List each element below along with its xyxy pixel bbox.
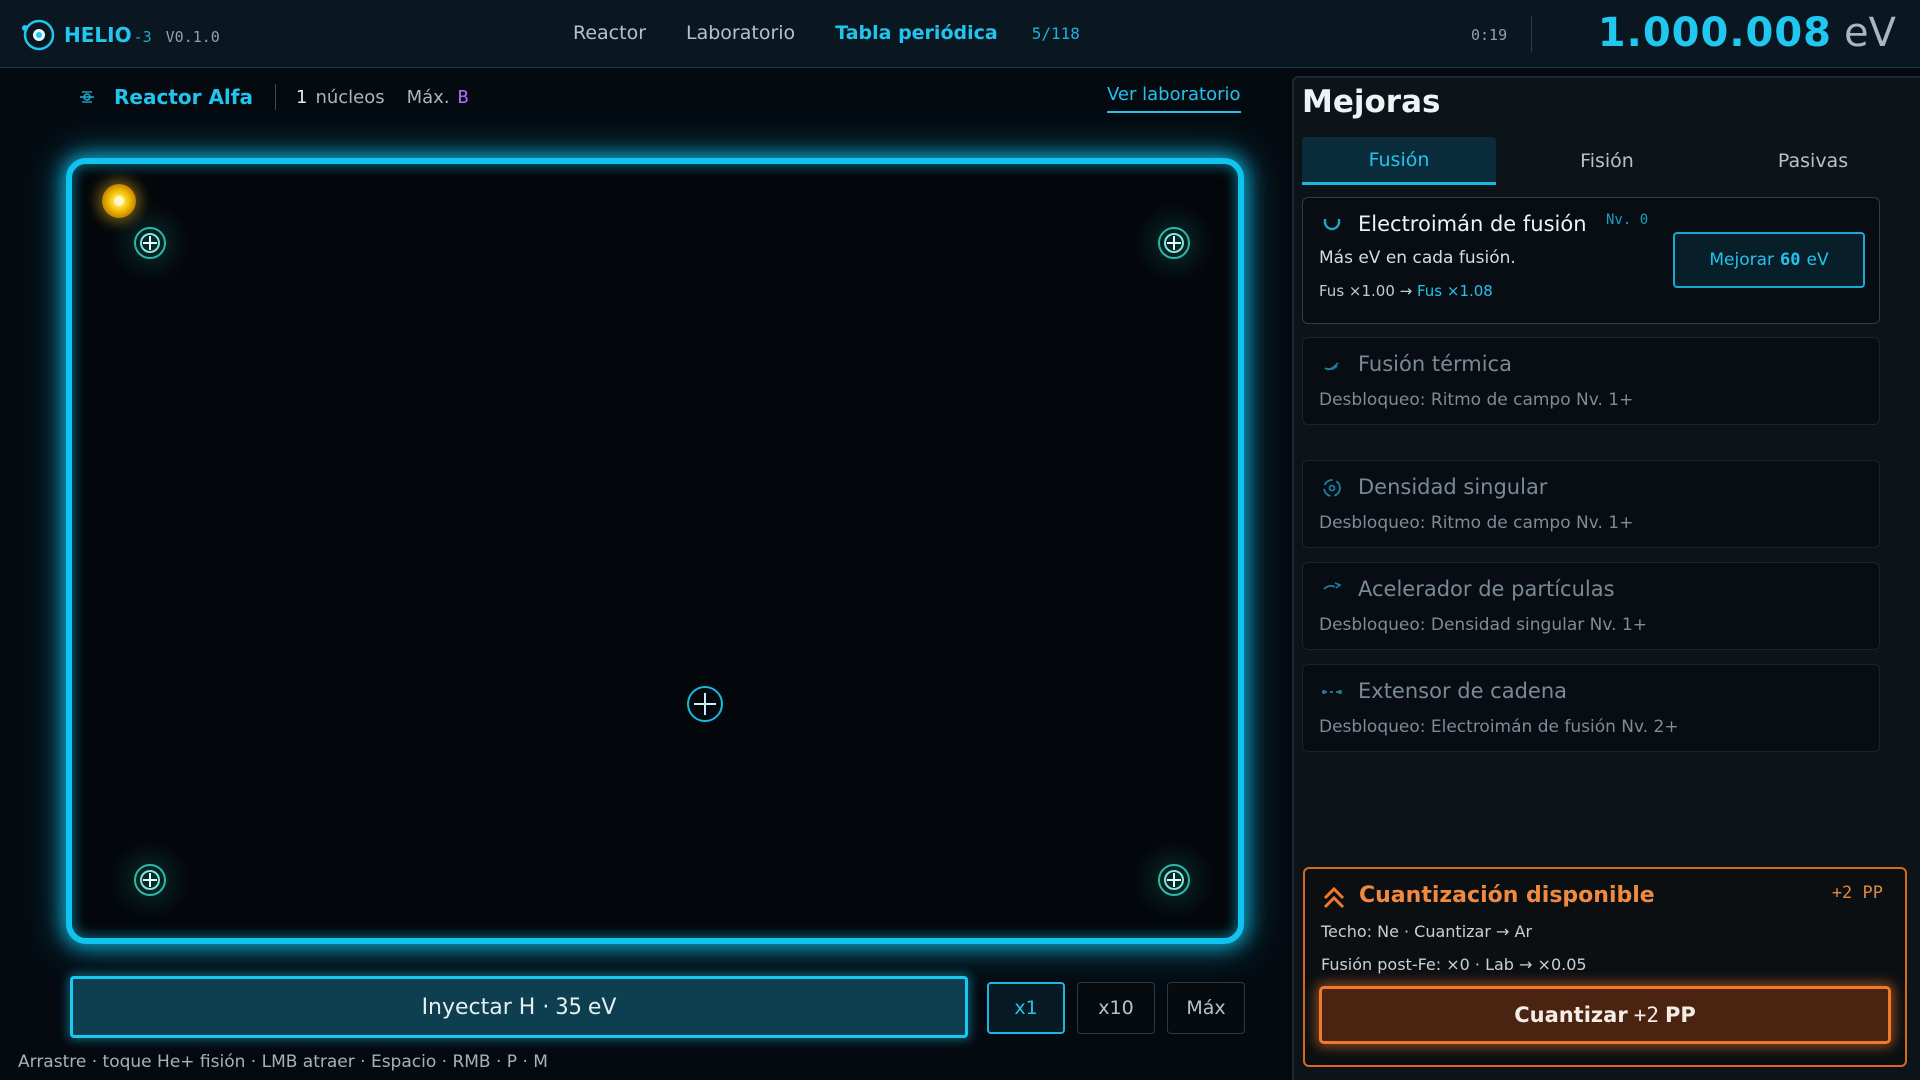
hydrogen-particle[interactable] [102,184,136,218]
quantize-post-fe-info: Fusión post-Fe: ×0 · Lab → ×0.05 [1321,955,1587,974]
app-logo: HELIO -3 V0.1.0 [20,16,220,54]
nuclei-count: 1 [295,86,308,108]
quantize-button-label: Cuantizar [1514,1003,1628,1027]
upgrade-effect-to: Fus ×1.08 [1416,282,1493,300]
nav-laboratorio[interactable]: Laboratorio [686,22,795,44]
app-version: V0.1.0 [165,28,220,46]
max-element-label: Máx. [406,86,450,108]
atom-logo-icon [20,16,58,54]
upgrade-card-acelerador[interactable]: Acelerador de partículas Desbloqueo: Den… [1302,562,1880,650]
upgrade-effect-from: Fus ×1.00 → [1319,282,1413,300]
session-timer: 0:19 [1471,26,1508,44]
emitter-icon [1158,227,1190,259]
ev-balance-unit: eV [1844,10,1896,56]
upgrade-title: Acelerador de partículas [1358,577,1615,601]
inject-unit: eV [587,994,617,1020]
upgrade-description: Más eV en cada fusión. [1319,248,1516,268]
emitter-icon [134,864,166,896]
quantize-title: Cuantización disponible [1359,883,1655,908]
upgrade-unlock-requirement: Desbloqueo: Electroimán de fusión Nv. 2+ [1319,717,1679,737]
tab-fusion[interactable]: Fusión [1302,137,1496,185]
quantize-button-unit: PP [1664,1003,1696,1027]
main-nav: Reactor Laboratorio Tabla periódica 5/11… [573,22,1080,44]
reactor-icon [80,91,94,103]
quantize-pp-reward: +2 PP [1831,883,1883,903]
upgrade-title: Fusión térmica [1358,352,1512,376]
app-name: HELIO [64,23,132,47]
inject-label: Inyectar H · [421,994,550,1020]
flame-icon [1324,362,1339,371]
upgrade-level: Nv. 0 [1606,212,1649,228]
top-bar: HELIO -3 V0.1.0 Reactor Laboratorio Tabl… [0,0,1920,68]
ev-balance: 1.000.008 eV [1598,10,1896,56]
upgrade-effect: Fus ×1.00 → Fus ×1.08 [1319,282,1493,300]
upgrade-title: Electroimán de fusión [1358,212,1587,236]
emitter-top-right[interactable] [1134,203,1214,283]
upgrade-card-extensor[interactable]: Extensor de cadena Desbloqueo: Electroim… [1302,664,1880,752]
multiplier-max-button[interactable]: Máx [1167,982,1245,1034]
divider [1531,16,1532,52]
divider [274,84,276,110]
upgrade-tabs: Fusión Fisión Pasivas [1302,137,1882,185]
reactor-header: Reactor Alfa 1 núcleos Máx. B [78,84,468,110]
nav-tabla-periodica[interactable]: Tabla periódica [835,22,998,44]
chain-icon [1322,690,1342,694]
magnet-icon [1323,219,1341,231]
upgrade-card-fusion-termica[interactable]: Fusión térmica Desbloqueo: Ritmo de camp… [1302,337,1880,425]
upgrade-card-densidad-singular[interactable]: Densidad singular Desbloqueo: Ritmo de c… [1302,460,1880,548]
multiplier-x10-button[interactable]: x10 [1077,982,1155,1034]
reactor-arena[interactable] [66,158,1244,944]
emitter-bottom-right[interactable] [1134,840,1214,920]
reactor-core-crosshair-icon[interactable] [685,684,725,724]
upgrade-unlock-requirement: Desbloqueo: Ritmo de campo Nv. 1+ [1319,390,1634,410]
emitter-icon [134,227,166,259]
multiplier-x1-button[interactable]: x1 [987,982,1065,1034]
tab-pasivas[interactable]: Pasivas [1716,137,1910,185]
app-name-suffix: -3 [133,28,152,46]
element-count: 5/118 [1031,23,1080,43]
quantize-button[interactable]: Cuantizar +2 PP [1319,986,1891,1044]
tab-fision[interactable]: Fisión [1510,137,1704,185]
quantize-ceiling-info: Techo: Ne · Cuantizar → Ar [1321,922,1533,941]
upgrade-title: Densidad singular [1358,475,1548,499]
upgrades-title: Mejoras [1302,84,1441,120]
inject-button[interactable]: Inyectar H · 35 eV [70,976,968,1038]
upgrade-card-electroiman[interactable]: Electroimán de fusión Nv. 0 Más eV en ca… [1302,197,1880,324]
double-chevron-up-icon [1323,886,1345,909]
quantize-button-amount: +2 [1633,1003,1659,1027]
emitter-bottom-left[interactable] [110,840,190,920]
max-element-value: B [457,86,469,108]
upgrade-buy-label: Mejorar [1709,250,1775,270]
controls-hint: Arrastre · toque He+ fisión · LMB atraer… [18,1052,548,1072]
accelerator-icon [1323,582,1342,590]
view-laboratory-link[interactable]: Ver laboratorio [1107,84,1241,113]
quantize-card: Cuantización disponible +2 PP Techo: Ne … [1303,867,1907,1067]
singularity-icon [1323,479,1341,497]
upgrade-title: Extensor de cadena [1358,679,1568,703]
upgrade-buy-cost: 60 [1780,250,1801,270]
emitter-icon [1158,864,1190,896]
ev-balance-value: 1.000.008 [1597,10,1833,56]
upgrade-buy-button[interactable]: Mejorar 60 eV [1673,232,1865,288]
nav-reactor[interactable]: Reactor [573,22,646,44]
upgrade-unlock-requirement: Desbloqueo: Ritmo de campo Nv. 1+ [1319,513,1634,533]
nuclei-label: núcleos [315,86,385,108]
upgrade-buy-unit: eV [1806,250,1829,270]
reactor-name[interactable]: Reactor Alfa [114,85,253,109]
inject-cost: 35 [555,994,582,1020]
upgrade-unlock-requirement: Desbloqueo: Densidad singular Nv. 1+ [1319,615,1647,635]
